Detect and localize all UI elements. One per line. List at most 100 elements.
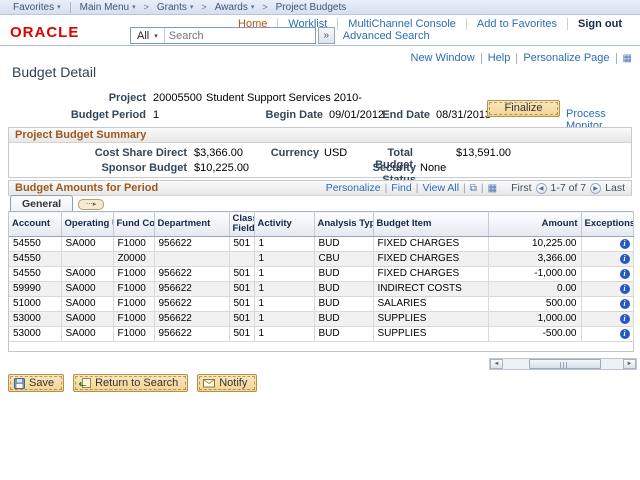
col-activity[interactable]: Activity <box>254 212 314 237</box>
cell-operating-unit: SA000 <box>61 326 113 341</box>
table-row: 53000SA000F10009566225011BUDSUPPLIES-500… <box>9 326 633 341</box>
cell-budget-item: SALARIES <box>373 296 488 311</box>
favorites-label: Favorites <box>13 2 54 13</box>
info-icon[interactable]: i <box>620 299 630 309</box>
begin-date-value: 09/01/2012 <box>329 109 384 121</box>
info-icon[interactable]: i <box>620 314 630 324</box>
cell-account: 53000 <box>9 311 61 326</box>
add-to-favorites-link[interactable]: Add to Favorites <box>467 18 568 30</box>
advanced-search-link[interactable]: Advanced Search <box>343 30 430 42</box>
sponsor-budget-label: Sponsor Budget <box>9 162 187 174</box>
search-input[interactable] <box>165 28 315 43</box>
next-row-icon[interactable]: ▶ <box>590 183 601 194</box>
breadcrumb-grants[interactable]: Grants ▾ <box>150 2 201 13</box>
cell-amount: 10,225.00 <box>488 236 581 251</box>
scrollbar-track[interactable] <box>503 359 623 369</box>
col-amount[interactable]: Amount <box>488 212 581 237</box>
info-icon[interactable]: i <box>620 284 630 294</box>
col-class-field[interactable]: Class Field <box>229 212 254 237</box>
breadcrumb-awards[interactable]: Awards ▾ <box>208 2 262 13</box>
cell-fund-code: F1000 <box>113 296 154 311</box>
cell-class-field: 501 <box>229 326 254 341</box>
col-operating-unit[interactable]: Operating Unit <box>61 212 113 237</box>
cell-amount: 500.00 <box>488 296 581 311</box>
cell-analysis-type: CBU <box>314 251 373 266</box>
breadcrumb-project-budgets[interactable]: Project Budgets <box>269 2 354 13</box>
cell-exceptions: i <box>581 251 633 266</box>
info-icon[interactable]: i <box>620 254 630 264</box>
col-fund-code[interactable]: Fund Code <box>113 212 154 237</box>
cell-class-field: 501 <box>229 266 254 281</box>
cell-activity: 1 <box>254 311 314 326</box>
cell-activity: 1 <box>254 326 314 341</box>
scroll-right-icon[interactable]: ► <box>623 359 636 369</box>
new-window-link[interactable]: New Window <box>405 52 481 64</box>
divider <box>70 2 71 13</box>
first-link[interactable]: First <box>511 182 531 194</box>
info-icon[interactable]: i <box>620 269 630 279</box>
col-analysis-type[interactable]: Analysis Type <box>314 212 373 237</box>
col-account[interactable]: Account <box>9 212 61 237</box>
breadcrumb-favorites[interactable]: Favorites ▾ <box>6 2 68 13</box>
envelope-icon <box>203 378 215 388</box>
breadcrumb-main-menu[interactable]: Main Menu ▾ <box>73 2 143 13</box>
finalize-button[interactable]: Finalize <box>487 100 560 117</box>
currency-label: Currency <box>249 147 319 159</box>
grid-header-bar: Budget Amounts for Period Personalize | … <box>9 181 631 196</box>
cell-amount: 3,366.00 <box>488 251 581 266</box>
scroll-left-icon[interactable]: ◄ <box>490 359 503 369</box>
col-exceptions[interactable]: Exceptions <box>581 212 633 237</box>
download-grid-icon[interactable]: ▦ <box>488 183 497 194</box>
cell-exceptions: i <box>581 281 633 296</box>
security-status-value: None <box>420 162 446 174</box>
info-icon[interactable]: i <box>620 329 630 339</box>
cell-class-field: 501 <box>229 236 254 251</box>
cell-analysis-type: BUD <box>314 311 373 326</box>
budget-amounts-header: Budget Amounts for Period Personalize | … <box>8 180 632 196</box>
personalize-link[interactable]: Personalize <box>326 182 381 194</box>
show-all-columns-icon[interactable]: ⋯▸ <box>78 199 104 210</box>
find-link[interactable]: Find <box>391 182 411 194</box>
grid-tabs: General ⋯▸ <box>10 196 104 212</box>
layout-grid-icon[interactable]: ▦ <box>617 53 632 64</box>
popup-window-icon[interactable]: ⧉ <box>470 183 477 194</box>
scrollbar-thumb[interactable] <box>529 359 601 369</box>
col-department[interactable]: Department <box>154 212 229 237</box>
chevron-down-icon: ▾ <box>57 3 61 11</box>
horizontal-scrollbar[interactable]: ◄ ► <box>489 358 637 370</box>
notify-button[interactable]: Notify <box>197 374 257 392</box>
begin-date-label: Begin Date <box>248 109 323 121</box>
last-link[interactable]: Last <box>605 182 625 194</box>
crumb-separator-icon: > <box>261 2 268 12</box>
cell-fund-code: F1000 <box>113 281 154 296</box>
cell-analysis-type: BUD <box>314 296 373 311</box>
summary-header: Project Budget Summary <box>9 128 631 143</box>
view-all-link[interactable]: View All <box>422 182 459 194</box>
project-value: 20005500 <box>153 92 202 104</box>
col-budget-item[interactable]: Budget Item <box>373 212 488 237</box>
save-button[interactable]: Save <box>8 374 64 392</box>
tab-general[interactable]: General <box>10 195 73 212</box>
divider: | <box>416 182 419 194</box>
cell-amount: 1,000.00 <box>488 311 581 326</box>
personalize-page-link[interactable]: Personalize Page <box>517 52 615 64</box>
previous-row-icon[interactable]: ◀ <box>536 183 547 194</box>
budget-detail-page: Favorites ▾ Main Menu ▾ > Grants ▾ > Awa… <box>0 0 640 480</box>
grid-body: 54550SA000F10009566225011BUDFIXED CHARGE… <box>9 236 633 341</box>
cell-activity: 1 <box>254 251 314 266</box>
info-icon[interactable]: i <box>620 239 630 249</box>
help-link[interactable]: Help <box>482 52 517 64</box>
cell-account: 54550 <box>9 236 61 251</box>
banner: ORACLE Home Worklist MultiChannel Consol… <box>0 15 640 46</box>
cell-class-field: 501 <box>229 281 254 296</box>
cell-class-field: 501 <box>229 311 254 326</box>
table-row: 54550SA000F10009566225011BUDFIXED CHARGE… <box>9 266 633 281</box>
cell-account: 59990 <box>9 281 61 296</box>
cell-exceptions: i <box>581 311 633 326</box>
search-go-button[interactable]: » <box>318 27 335 44</box>
cell-operating-unit <box>61 251 113 266</box>
search-scope-select[interactable]: All ▾ <box>131 28 165 43</box>
return-to-search-button[interactable]: Return to Search <box>73 374 188 392</box>
sign-out-link[interactable]: Sign out <box>568 18 632 30</box>
cell-budget-item: SUPPLIES <box>373 326 488 341</box>
